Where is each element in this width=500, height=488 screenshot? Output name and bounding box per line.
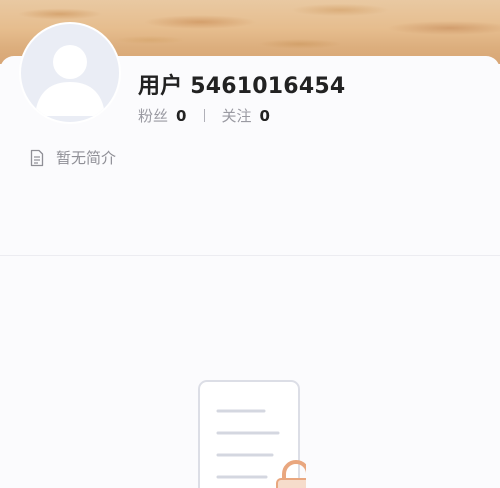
- bio-text: 暂无简介: [56, 149, 117, 167]
- section-divider: [0, 255, 500, 256]
- bio-row[interactable]: 暂无简介: [28, 147, 116, 168]
- stats-divider: [204, 109, 206, 122]
- profile-page: 用户 5461016454 粉丝 0 关注 0 暂无简介: [0, 0, 500, 488]
- document-icon: [30, 149, 44, 166]
- avatar[interactable]: [19, 22, 121, 124]
- following-label: 关注: [221, 107, 252, 125]
- fans-count: 0: [176, 107, 187, 125]
- profile-stats: 粉丝 0 关注 0: [138, 105, 270, 126]
- username: 用户 5461016454: [138, 74, 346, 99]
- avatar-silhouette-icon: [35, 45, 105, 116]
- locked-document-icon: [198, 380, 306, 488]
- fans-label: 粉丝: [138, 107, 169, 125]
- fans-stat[interactable]: 粉丝 0: [138, 105, 186, 126]
- following-stat[interactable]: 关注 0: [221, 105, 269, 126]
- following-count: 0: [259, 107, 270, 125]
